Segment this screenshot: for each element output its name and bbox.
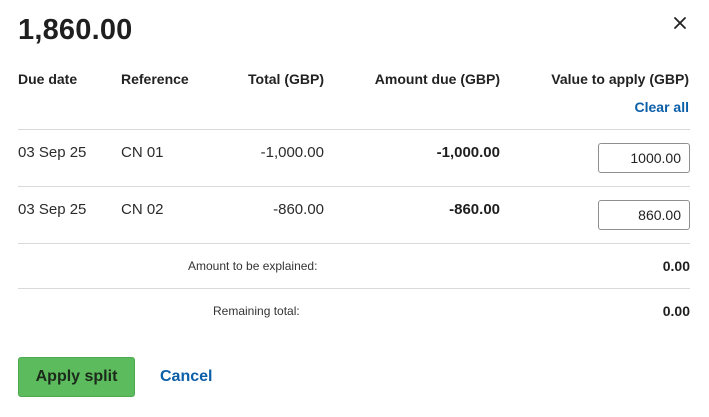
row-total: -1,000.00 <box>260 144 324 161</box>
column-header-total: Total (GBP) <box>248 71 324 87</box>
remaining-total-label: Remaining total: <box>213 304 300 318</box>
clear-all-link[interactable]: Clear all <box>635 99 689 115</box>
remaining-total-value: 0.00 <box>662 303 690 319</box>
row-reference: CN 02 <box>121 201 164 218</box>
column-header-value-to-apply: Value to apply (GBP) <box>551 71 689 87</box>
amount-to-be-explained-value: 0.00 <box>662 258 690 274</box>
dialog-title: 1,860.00 <box>18 14 133 46</box>
divider <box>18 243 690 244</box>
divider <box>18 129 690 130</box>
close-icon[interactable] <box>670 13 690 33</box>
cancel-button[interactable]: Cancel <box>160 368 212 386</box>
value-to-apply-input[interactable] <box>598 143 690 173</box>
amount-to-be-explained-label: Amount to be explained: <box>188 259 318 273</box>
apply-split-button[interactable]: Apply split <box>18 357 135 397</box>
row-amount-due: -860.00 <box>449 201 500 218</box>
row-amount-due: -1,000.00 <box>436 144 500 161</box>
row-total: -860.00 <box>273 201 324 218</box>
column-header-amount-due: Amount due (GBP) <box>374 71 500 87</box>
column-header-reference: Reference <box>121 71 189 87</box>
column-header-due-date: Due date <box>18 71 78 87</box>
row-due-date: 03 Sep 25 <box>18 201 87 218</box>
divider <box>18 288 690 289</box>
value-to-apply-input[interactable] <box>598 200 690 230</box>
divider <box>18 186 690 187</box>
row-due-date: 03 Sep 25 <box>18 144 87 161</box>
row-reference: CN 01 <box>121 144 164 161</box>
